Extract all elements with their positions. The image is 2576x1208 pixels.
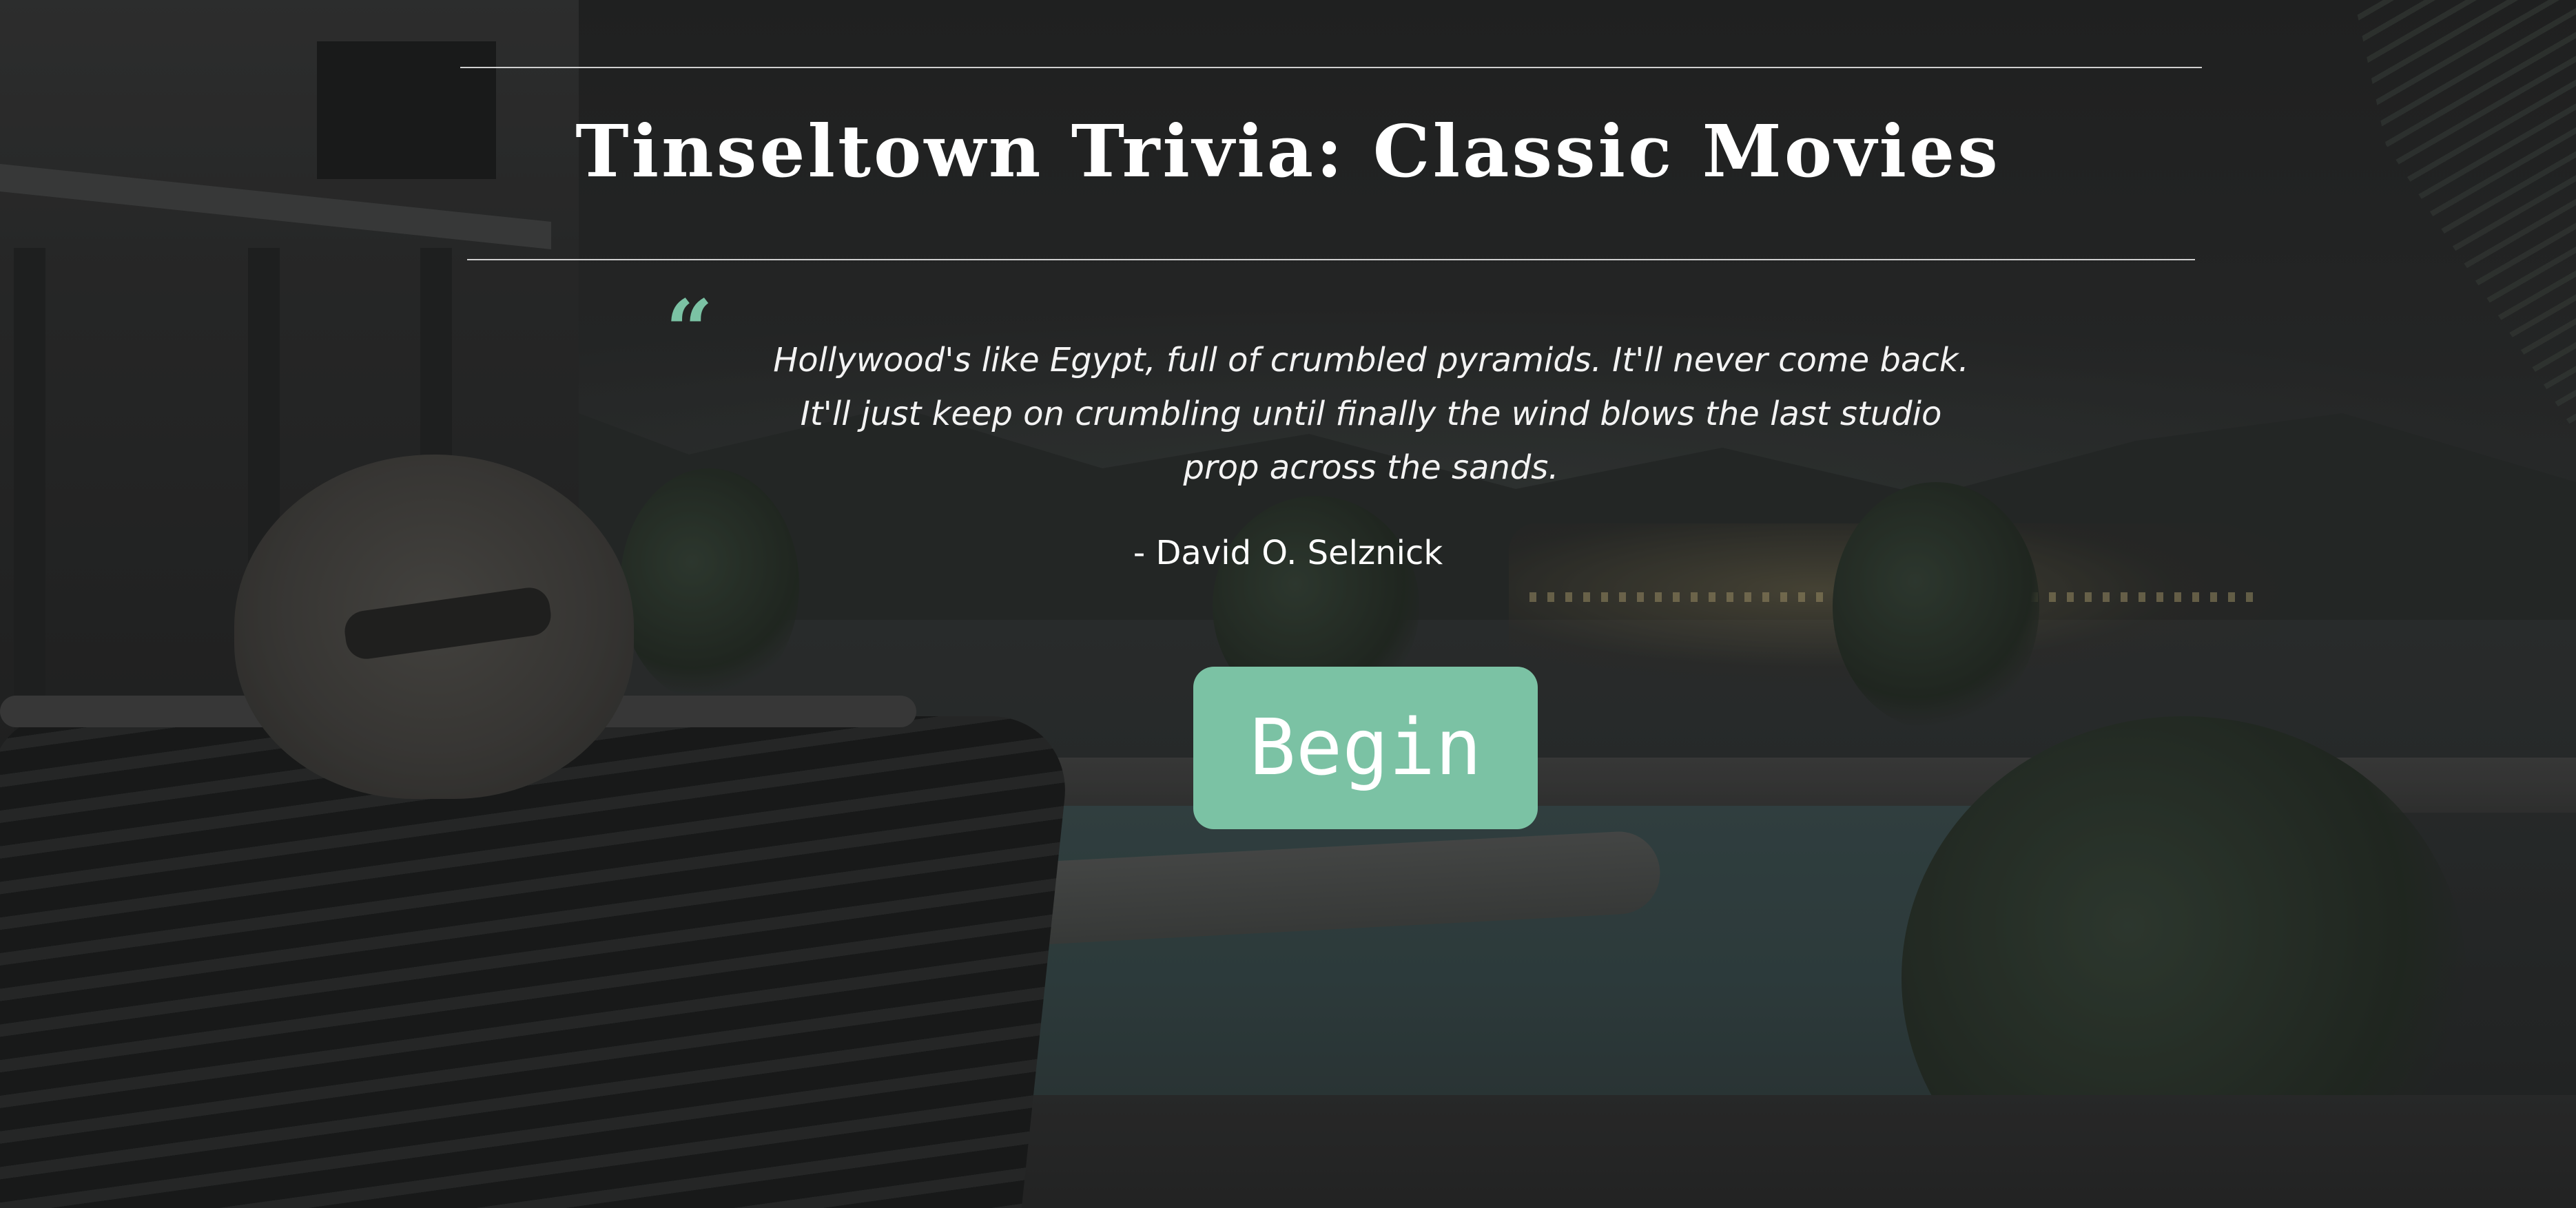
quote-attribution: - David O. Selznick — [1133, 534, 1443, 572]
title-divider-bottom — [467, 259, 2195, 260]
page-title: Tinseltown Trivia: Classic Movies — [575, 109, 2001, 194]
begin-button[interactable]: Begin — [1193, 667, 1538, 829]
intro-screen: Tinseltown Trivia: Classic Movies “ Holl… — [0, 0, 2576, 1208]
opening-quote-icon: “ — [666, 282, 714, 379]
title-divider-top — [460, 67, 2202, 68]
quote-text: Hollywood's like Egypt, full of crumbled… — [773, 341, 1969, 487]
